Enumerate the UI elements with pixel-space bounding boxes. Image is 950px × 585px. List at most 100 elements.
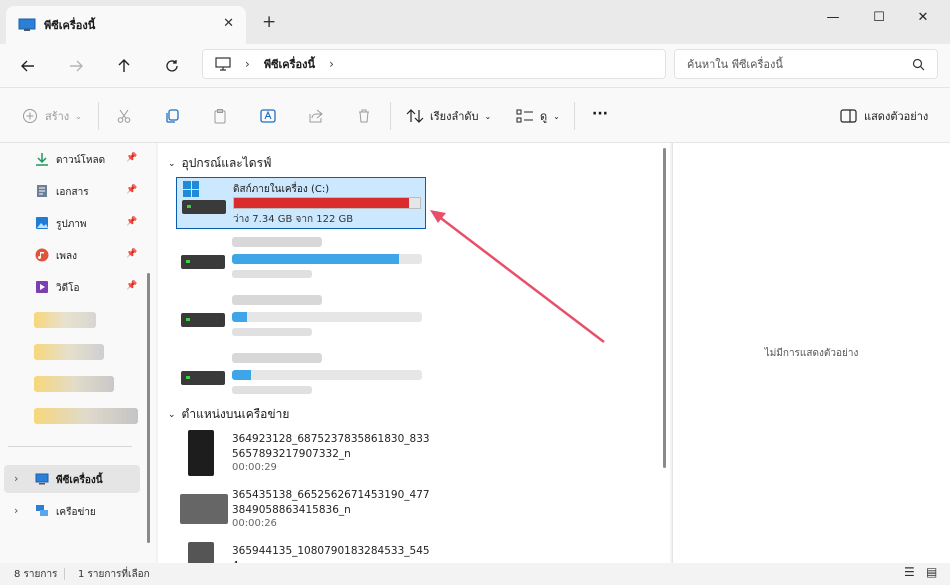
sidebar-item-videos[interactable]: วิดีโอ 📌 xyxy=(0,273,140,301)
monitor-icon xyxy=(18,18,36,31)
expand-chevron-icon[interactable]: › xyxy=(14,504,18,517)
rename-button[interactable] xyxy=(260,106,278,126)
new-label: สร้าง xyxy=(45,110,70,123)
status-bar: 8 รายการ 1 รายการที่เลือก ☰ ▤ xyxy=(0,563,950,585)
command-bar: สร้าง ⌄ เรียงลำดับ ⌄ ดู ⌄ ··· แสดงตัวอย่… xyxy=(0,88,950,143)
video-thumbnail xyxy=(188,542,214,563)
toolbar-divider xyxy=(574,102,575,130)
drive-blurred[interactable] xyxy=(176,233,426,285)
sidebar-item-music[interactable]: เพลง 📌 xyxy=(0,241,140,269)
sidebar-item-documents[interactable]: เอกสาร 📌 xyxy=(0,177,140,205)
address-row: › พีซีเครื่องนี้ › ค้นหาใน พีซีเครื่องนี… xyxy=(0,44,950,88)
share-button[interactable] xyxy=(308,106,324,126)
view-button[interactable]: ดู ⌄ xyxy=(516,106,560,126)
list-item[interactable]: 364923128_6875237835861830_8335657893217… xyxy=(178,430,658,482)
more-options-button[interactable]: ··· xyxy=(592,104,608,124)
maximize-button[interactable]: ☐ xyxy=(856,6,902,28)
chevron-down-icon: ⌄ xyxy=(168,158,176,169)
forward-button[interactable] xyxy=(64,54,88,78)
group-network-header[interactable]: ⌄ ตำแหน่งบนเครือข่าย xyxy=(168,405,289,424)
breadcrumb-separator[interactable]: › xyxy=(329,57,334,71)
windows-logo-icon xyxy=(183,181,199,197)
drive-c[interactable]: ดิสก์ภายในเครื่อง (C:) ว่าง 7.34 GB จาก … xyxy=(176,177,426,229)
preview-pane: ไม่มีการแสดงตัวอย่าง xyxy=(672,143,950,563)
sort-button[interactable]: เรียงลำดับ ⌄ xyxy=(406,106,491,126)
file-list-scrollbar[interactable] xyxy=(663,148,666,468)
blurred-bar xyxy=(232,370,422,380)
new-tab-button[interactable]: + xyxy=(262,12,276,32)
status-divider xyxy=(64,568,65,580)
hard-drive-icon xyxy=(181,313,225,327)
sidebar-item-this-pc[interactable]: › พีซีเครื่องนี้ xyxy=(4,465,140,493)
drive-blurred[interactable] xyxy=(176,349,426,401)
toolbar-divider xyxy=(98,102,99,130)
drive-blurred[interactable] xyxy=(176,291,426,343)
sidebar-divider xyxy=(8,446,132,447)
close-button[interactable]: ✕ xyxy=(900,6,946,28)
hard-drive-icon xyxy=(182,200,226,214)
copy-button[interactable] xyxy=(164,106,180,126)
copy-icon xyxy=(166,109,179,123)
sidebar-item-downloads[interactable]: ดาวน์โหลด 📌 xyxy=(0,145,140,173)
sidebar-item-label: เพลง xyxy=(56,251,78,262)
tiles-view-icon[interactable]: ▤ xyxy=(926,565,937,579)
blurred-bar xyxy=(232,254,422,264)
file-name: 365435138_6652562671453190_4773849058863… xyxy=(232,489,430,516)
chevron-down-icon: ⌄ xyxy=(553,111,560,121)
up-button[interactable] xyxy=(112,54,136,78)
monitor-icon xyxy=(35,473,49,485)
expand-chevron-icon[interactable]: › xyxy=(14,472,18,485)
group-devices-header[interactable]: ⌄ อุปกรณ์และไดรฟ์ xyxy=(168,154,272,173)
hard-drive-icon xyxy=(181,255,225,269)
search-placeholder: ค้นหาใน พีซีเครื่องนี้ xyxy=(687,58,783,71)
chevron-down-icon: ⌄ xyxy=(484,111,492,121)
music-icon xyxy=(35,248,49,262)
sidebar-scrollbar[interactable] xyxy=(147,273,150,543)
blurred-text xyxy=(232,353,322,363)
view-list-icon xyxy=(516,109,533,123)
toolbar-divider xyxy=(390,102,391,130)
search-input[interactable]: ค้นหาใน พีซีเครื่องนี้ xyxy=(674,49,938,79)
title-bar: พีซีเครื่องนี้ ✕ + — ☐ ✕ xyxy=(0,0,950,44)
clipboard-icon xyxy=(214,109,226,124)
view-label: ดู xyxy=(540,110,548,123)
trash-icon xyxy=(359,109,369,123)
navigation-pane: ดาวน์โหลด 📌 เอกสาร 📌 รูปภาพ 📌 เพลง 📌 วิด… xyxy=(0,143,156,563)
new-button[interactable]: สร้าง ⌄ xyxy=(22,106,82,126)
pin-icon[interactable]: 📌 xyxy=(126,281,137,291)
document-icon xyxy=(37,185,47,197)
rename-icon xyxy=(260,109,276,123)
blurred-folder xyxy=(34,344,104,360)
address-bar[interactable]: › พีซีเครื่องนี้ › xyxy=(202,49,666,79)
group-label: ตำแหน่งบนเครือข่าย xyxy=(181,407,290,421)
drive-usage-bar xyxy=(233,197,421,209)
details-view-icon[interactable]: ☰ xyxy=(904,565,915,579)
file-name: 364923128_6875237835861830_8335657893217… xyxy=(232,433,430,460)
cut-button[interactable] xyxy=(116,106,132,126)
tab-this-pc[interactable]: พีซีเครื่องนี้ ✕ xyxy=(6,6,246,44)
back-button[interactable] xyxy=(16,54,40,78)
list-item[interactable]: 365944135_1080790183284533_5454 xyxy=(178,542,658,563)
details-pane-button[interactable]: แสดงตัวอย่าง xyxy=(840,106,928,126)
drive-free-space: ว่าง 7.34 GB จาก 122 GB xyxy=(233,214,354,225)
preview-pane-icon xyxy=(840,109,857,123)
drive-usage-fill xyxy=(234,198,409,208)
pin-icon[interactable]: 📌 xyxy=(126,185,137,195)
chevron-down-icon: ⌄ xyxy=(168,409,176,420)
breadcrumb-this-pc[interactable]: พีซีเครื่องนี้ xyxy=(264,55,315,73)
pin-icon[interactable]: 📌 xyxy=(126,217,137,227)
sort-label: เรียงลำดับ xyxy=(430,110,479,123)
item-count: 8 รายการ xyxy=(14,569,58,580)
paste-button[interactable] xyxy=(212,106,228,126)
refresh-button[interactable] xyxy=(160,54,184,78)
pin-icon[interactable]: 📌 xyxy=(126,249,137,259)
minimize-button[interactable]: — xyxy=(810,6,856,28)
delete-button[interactable] xyxy=(356,106,372,126)
sidebar-item-label: เครือข่าย xyxy=(56,507,96,518)
list-item[interactable]: 365435138_6652562671453190_4773849058863… xyxy=(178,486,658,538)
pin-icon[interactable]: 📌 xyxy=(126,153,137,163)
sidebar-item-network[interactable]: › เครือข่าย xyxy=(0,497,140,525)
tab-close-icon[interactable]: ✕ xyxy=(223,16,234,31)
pictures-icon xyxy=(36,217,48,229)
sidebar-item-pictures[interactable]: รูปภาพ 📌 xyxy=(0,209,140,237)
